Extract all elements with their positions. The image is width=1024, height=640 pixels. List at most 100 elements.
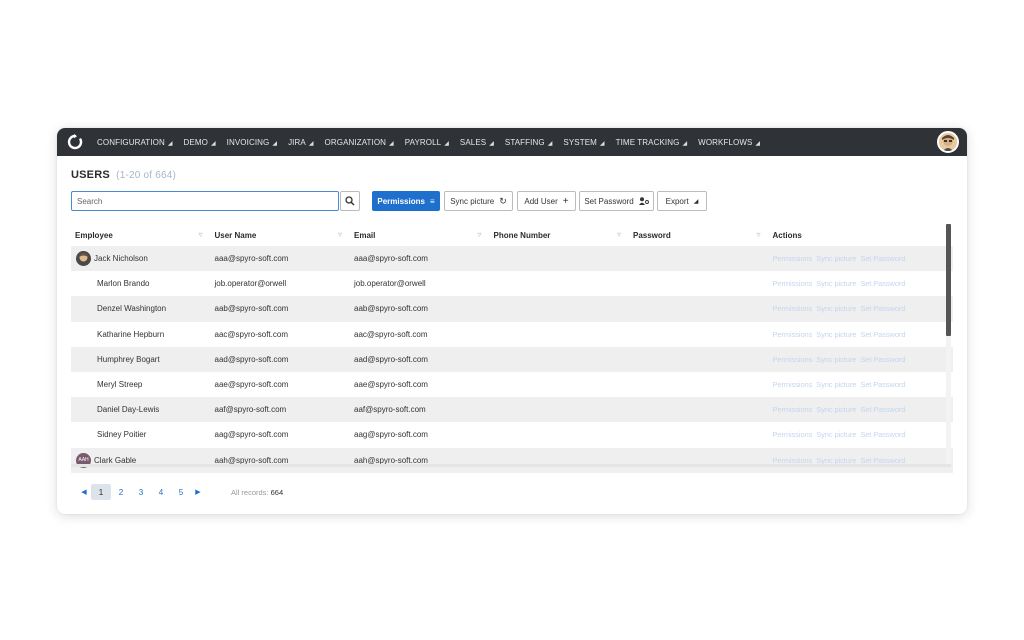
action-link-set-password[interactable]: Set Password bbox=[860, 380, 905, 389]
filter-icon[interactable]: ▿ bbox=[198, 230, 202, 239]
employee-name: Jack Nicholson bbox=[94, 254, 148, 264]
actions-cell: Permissions Sync picture Set Password bbox=[769, 430, 909, 439]
list-icon: ≡ bbox=[429, 196, 435, 206]
vertical-scrollbar-thumb[interactable] bbox=[946, 224, 951, 336]
table-row[interactable]: Meryl Streep aae@spyro-soft.com aae@spyro-… bbox=[71, 372, 953, 397]
page-4-button[interactable]: 4 bbox=[151, 484, 171, 500]
actions-cell: Permissions Sync picture Set Password bbox=[769, 279, 909, 288]
export-dropdown[interactable]: Export ◢ bbox=[657, 191, 707, 211]
column-header-label: User Name bbox=[214, 230, 257, 240]
column-header-actions[interactable]: Actions bbox=[769, 231, 909, 240]
menu-item-staffing[interactable]: STAFFING ◢ bbox=[505, 138, 552, 147]
filter-icon[interactable]: ▿ bbox=[617, 230, 621, 239]
search-input[interactable] bbox=[71, 191, 339, 211]
sync-picture-button-label: Sync picture bbox=[450, 196, 495, 206]
actions-cell: Permissions Sync picture Set Password bbox=[769, 330, 909, 339]
action-link-permissions[interactable]: Permissions bbox=[773, 304, 813, 313]
column-header-label: Email bbox=[354, 230, 376, 240]
action-link-sync-picture[interactable]: Sync picture bbox=[816, 430, 856, 439]
menu-item-sales[interactable]: SALES ◢ bbox=[460, 138, 494, 147]
action-link-set-password[interactable]: Set Password bbox=[860, 355, 905, 364]
add-user-button[interactable]: Add User + bbox=[517, 191, 576, 211]
action-link-permissions[interactable]: Permissions bbox=[773, 380, 813, 389]
action-link-set-password[interactable]: Set Password bbox=[860, 405, 905, 414]
column-header-phone-number[interactable]: Phone Number ▿ bbox=[490, 230, 630, 240]
table-row[interactable]: Marlon Brando job.operator@orwell job.oper… bbox=[71, 271, 953, 296]
action-link-sync-picture[interactable]: Sync picture bbox=[816, 304, 856, 313]
table-row[interactable]: Humphrey Bogart aad@spyro-soft.com aad@spy… bbox=[71, 346, 953, 372]
app-logo-icon[interactable] bbox=[65, 132, 85, 152]
menu-item-payroll[interactable]: PAYROLL ◢ bbox=[405, 138, 449, 147]
column-header-password[interactable]: Password ▿ bbox=[629, 230, 769, 240]
menu-item-organization[interactable]: ORGANIZATION ◢ bbox=[325, 138, 394, 147]
permissions-button[interactable]: Permissions ≡ bbox=[372, 191, 440, 211]
menu-item-label: TIME TRACKING bbox=[615, 137, 680, 147]
table-row[interactable]: Katharine Hepburn aac@spyro-soft.com aac@s… bbox=[71, 322, 953, 347]
user-avatar[interactable] bbox=[937, 131, 959, 153]
table-row[interactable]: Jack Nicholson aaa@spyro-soft.com aaa@spyr… bbox=[71, 246, 953, 272]
employee-cell: Meryl Streep bbox=[71, 380, 211, 389]
action-link-permissions[interactable]: Permissions bbox=[773, 430, 813, 439]
menu-item-label: INVOICING bbox=[226, 137, 270, 147]
column-header-employee[interactable]: Employee ▿ bbox=[71, 230, 211, 240]
main-menu: CONFIGURATION ◢ DEMO ◢ INVOICING ◢ JIRA ◢ ORGANI… bbox=[97, 138, 771, 147]
action-link-permissions[interactable]: Permissions bbox=[773, 355, 813, 364]
menu-item-label: CONFIGURATION bbox=[97, 137, 165, 147]
previous-page-icon[interactable]: ◀ bbox=[77, 488, 91, 496]
action-link-sync-picture[interactable]: Sync picture bbox=[816, 380, 856, 389]
page-5-button[interactable]: 5 bbox=[171, 484, 191, 500]
action-link-set-password[interactable]: Set Password bbox=[860, 254, 905, 263]
page-1-button[interactable]: 1 bbox=[91, 484, 111, 500]
action-link-sync-picture[interactable]: Sync picture bbox=[816, 355, 856, 364]
column-header-email[interactable]: Email ▿ bbox=[350, 230, 490, 240]
action-link-permissions[interactable]: Permissions bbox=[773, 405, 813, 414]
column-header-label: Password bbox=[633, 230, 671, 240]
email-cell: aaa@spyro-soft.com bbox=[354, 254, 428, 264]
column-header-user-name[interactable]: User Name ▿ bbox=[211, 230, 351, 240]
caret-down-icon: ◢ bbox=[308, 140, 314, 147]
filter-icon[interactable]: ▿ bbox=[756, 230, 760, 239]
action-link-sync-picture[interactable]: Sync picture bbox=[816, 279, 856, 288]
set-password-button[interactable]: Set Password bbox=[579, 191, 654, 211]
employee-cell: Humphrey Bogart bbox=[71, 355, 211, 364]
search-button[interactable] bbox=[340, 191, 360, 211]
employee-cell: Denzel Washington bbox=[71, 304, 211, 313]
page-title: USERS (1-20 of 664) bbox=[71, 169, 176, 181]
caret-down-icon: ◢ bbox=[272, 140, 278, 147]
next-page-icon[interactable]: ▶ bbox=[191, 488, 205, 496]
menu-item-time-tracking[interactable]: TIME TRACKING ◢ bbox=[616, 138, 688, 147]
table-row[interactable]: AAH Clark Gable aah@spyro-soft.com aah@spyr… bbox=[71, 447, 953, 473]
table-row[interactable]: Sidney Poitier aag@spyro-soft.com aag@spyr… bbox=[71, 422, 953, 447]
action-link-set-password[interactable]: Set Password bbox=[860, 304, 905, 313]
action-link-set-password[interactable]: Set Password bbox=[860, 430, 905, 439]
caret-down-icon: ◢ bbox=[599, 140, 605, 147]
menu-item-jira[interactable]: JIRA ◢ bbox=[288, 138, 313, 147]
action-link-sync-picture[interactable]: Sync picture bbox=[816, 254, 856, 263]
action-link-sync-picture[interactable]: Sync picture bbox=[816, 330, 856, 339]
action-link-sync-picture[interactable]: Sync picture bbox=[816, 405, 856, 414]
email-cell: aaf@spyro-soft.com bbox=[354, 405, 426, 415]
menu-item-system[interactable]: SYSTEM ◢ bbox=[563, 138, 604, 147]
caret-down-icon: ◢ bbox=[444, 140, 449, 147]
table-row[interactable]: Denzel Washington aab@spyro-soft.com aab@s… bbox=[71, 296, 953, 322]
users-app-window: CONFIGURATION ◢ DEMO ◢ INVOICING ◢ JIRA ◢ ORGANI… bbox=[57, 128, 967, 514]
sync-picture-button[interactable]: Sync picture ↻ bbox=[444, 191, 513, 211]
menu-item-demo[interactable]: DEMO ◢ bbox=[184, 138, 216, 147]
filter-icon[interactable]: ▿ bbox=[477, 230, 481, 239]
page-2-button[interactable]: 2 bbox=[111, 484, 131, 500]
action-link-set-password[interactable]: Set Password bbox=[860, 330, 905, 339]
email-cell: aae@spyro-soft.com bbox=[354, 380, 428, 390]
actions-cell: Permissions Sync picture Set Password bbox=[769, 405, 909, 414]
filter-icon[interactable]: ▿ bbox=[338, 230, 342, 239]
action-link-permissions[interactable]: Permissions bbox=[773, 330, 813, 339]
menu-item-configuration[interactable]: CONFIGURATION ◢ bbox=[97, 138, 173, 147]
menu-item-invoicing[interactable]: INVOICING ◢ bbox=[227, 138, 277, 147]
actions-cell: Permissions Sync picture Set Password bbox=[769, 304, 909, 313]
horizontal-scrollbar[interactable] bbox=[71, 464, 951, 467]
action-link-permissions[interactable]: Permissions bbox=[773, 254, 813, 263]
action-link-set-password[interactable]: Set Password bbox=[860, 279, 905, 288]
action-link-permissions[interactable]: Permissions bbox=[773, 279, 813, 288]
page-3-button[interactable]: 3 bbox=[131, 484, 151, 500]
menu-item-workflows[interactable]: WORKFLOWS ◢ bbox=[698, 138, 760, 147]
table-row[interactable]: Daniel Day-Lewis aaf@spyro-soft.com aaf@sp… bbox=[71, 397, 953, 423]
